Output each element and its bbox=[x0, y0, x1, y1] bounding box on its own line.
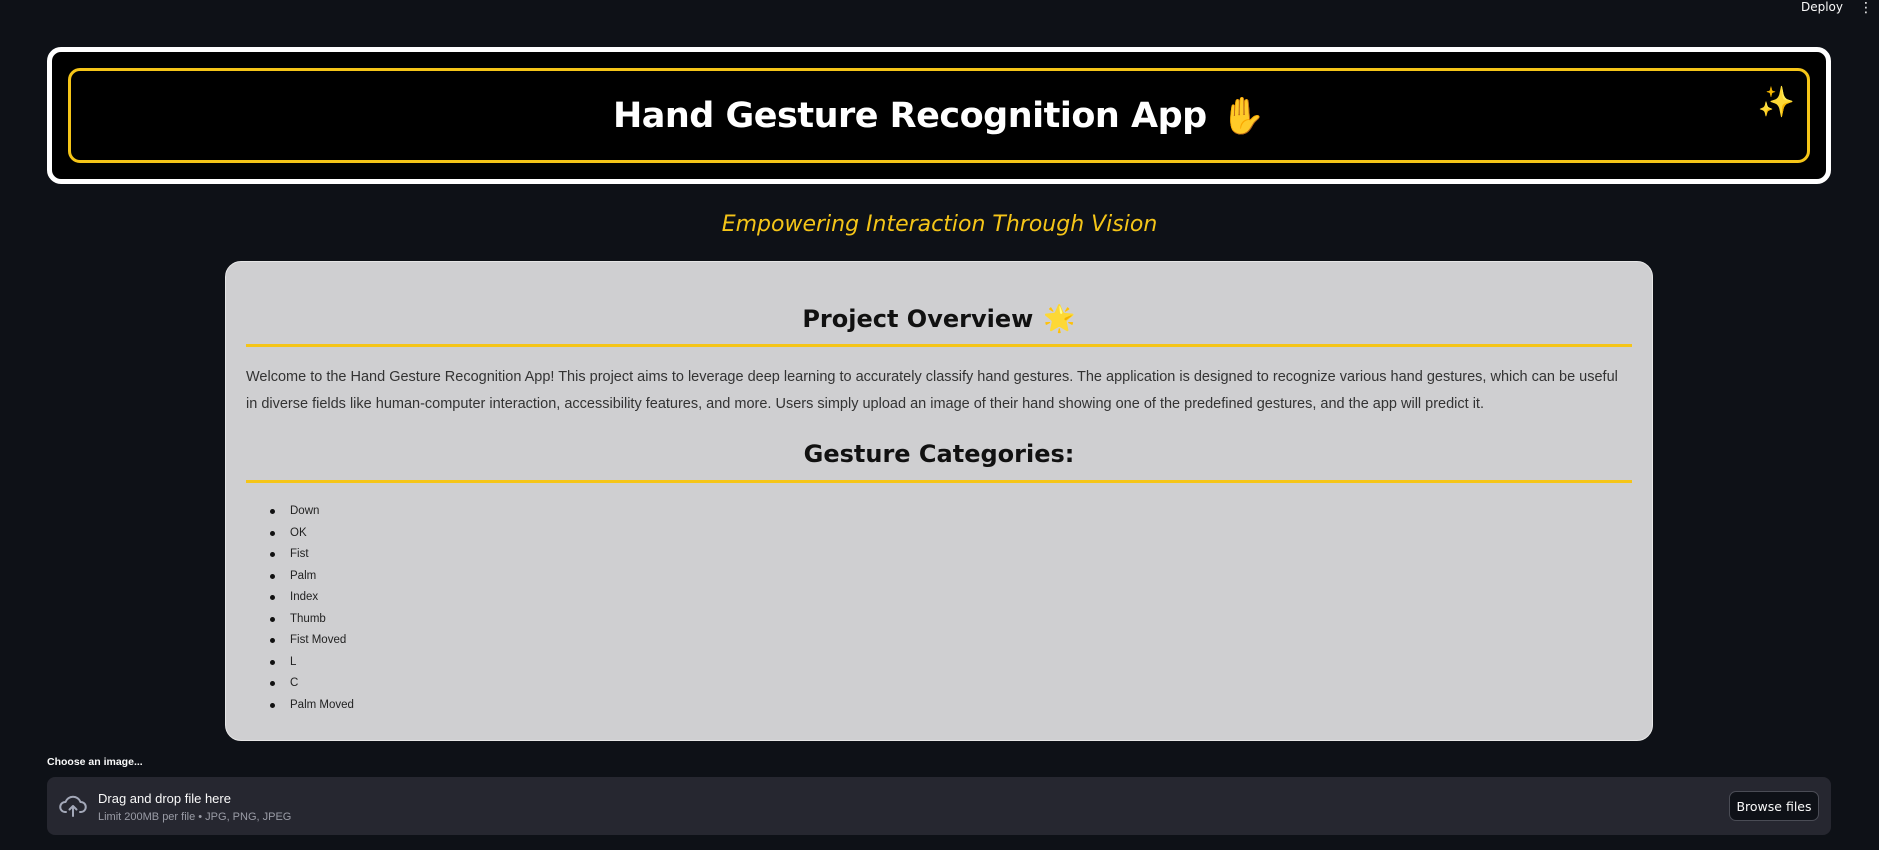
browse-files-button[interactable]: Browse files bbox=[1729, 791, 1819, 821]
sparkles-icon: ✨ bbox=[1757, 86, 1795, 119]
divider bbox=[246, 480, 1632, 483]
list-item: Down bbox=[270, 501, 1632, 523]
cloud-upload-icon bbox=[59, 795, 87, 817]
info-card: Project Overview 🌟 Welcome to the Hand G… bbox=[225, 261, 1653, 741]
list-item: Fist Moved bbox=[270, 630, 1632, 652]
kebab-menu-icon[interactable]: ⋮ bbox=[1859, 0, 1873, 14]
app-subtitle: Empowering Interaction Through Vision bbox=[721, 212, 1158, 237]
divider bbox=[246, 344, 1632, 347]
header-banner: Hand Gesture Recognition App ✋ ✨ bbox=[47, 47, 1831, 184]
overview-paragraph: Welcome to the Hand Gesture Recognition … bbox=[246, 369, 1618, 412]
list-item: Thumb bbox=[270, 609, 1632, 631]
list-item: C bbox=[270, 673, 1632, 695]
list-item: Palm Moved bbox=[270, 695, 1632, 717]
categories-heading-text: Gesture Categories: bbox=[803, 440, 1075, 468]
list-item: L bbox=[270, 652, 1632, 674]
list-item: OK bbox=[270, 523, 1632, 545]
header-inner-frame: Hand Gesture Recognition App ✋ ✨ bbox=[68, 68, 1810, 163]
app-title-text: Hand Gesture Recognition App bbox=[612, 95, 1207, 136]
dropzone-limit: Limit 200MB per file • JPG, PNG, JPEG bbox=[98, 811, 292, 823]
file-dropzone[interactable]: Drag and drop file here Limit 200MB per … bbox=[47, 777, 1831, 835]
app-title: Hand Gesture Recognition App ✋ bbox=[612, 95, 1266, 137]
dropzone-title: Drag and drop file here bbox=[98, 791, 231, 806]
top-toolbar: Deploy ⋮ bbox=[1801, 0, 1879, 14]
glowing-star-icon: 🌟 bbox=[1043, 304, 1076, 334]
deploy-button[interactable]: Deploy bbox=[1801, 0, 1843, 14]
list-item: Palm bbox=[270, 566, 1632, 588]
dropzone-instructions: Drag and drop file here Limit 200MB per … bbox=[98, 791, 291, 823]
list-item: Fist bbox=[270, 544, 1632, 566]
overview-heading-text: Project Overview bbox=[802, 305, 1034, 333]
overview-heading: Project Overview 🌟 bbox=[246, 304, 1632, 334]
file-uploader-label: Choose an image... bbox=[47, 756, 143, 768]
raised-hand-icon: ✋ bbox=[1220, 95, 1266, 137]
list-item: Index bbox=[270, 587, 1632, 609]
categories-heading: Gesture Categories: bbox=[246, 438, 1632, 470]
gesture-category-list: Down OK Fist Palm Index Thumb Fist Moved… bbox=[246, 501, 1632, 716]
